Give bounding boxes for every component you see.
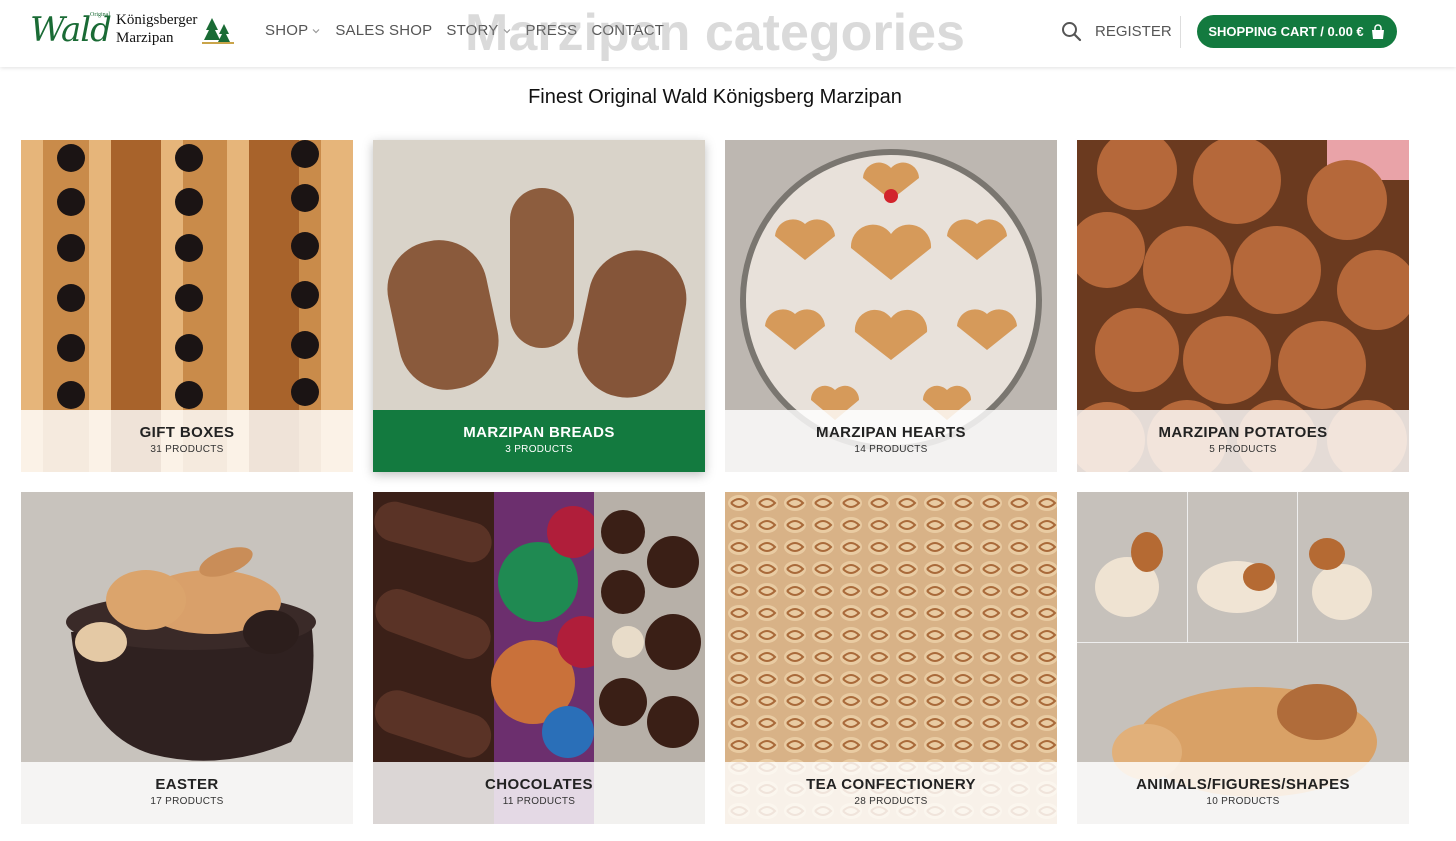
category-card-gift-boxes[interactable]: GIFT BOXES 31 PRODUCTS	[21, 140, 353, 472]
nav-story-label: STORY	[446, 22, 499, 39]
nav-story[interactable]: STORY	[446, 22, 511, 39]
main-nav: SHOP SALES SHOP STORY PRESS CONTACT	[265, 22, 678, 39]
category-count: 10 PRODUCTS	[1206, 796, 1280, 807]
category-count: 17 PRODUCTS	[150, 796, 224, 807]
nav-press-label: PRESS	[525, 22, 578, 39]
category-count: 14 PRODUCTS	[854, 444, 928, 455]
category-count: 5 PRODUCTS	[1209, 444, 1277, 455]
category-overlay: MARZIPAN HEARTS 14 PRODUCTS	[725, 410, 1057, 472]
category-card-marzipan-potatoes[interactable]: MARZIPAN POTATOES 5 PRODUCTS	[1077, 140, 1409, 472]
category-card-marzipan-breads[interactable]: MARZIPAN BREADS 3 PRODUCTS	[373, 140, 705, 472]
nav-sales-shop[interactable]: SALES SHOP	[335, 22, 432, 39]
category-name: MARZIPAN BREADS	[463, 424, 615, 441]
category-name: EASTER	[155, 776, 219, 793]
category-count: 31 PRODUCTS	[150, 444, 224, 455]
category-count: 28 PRODUCTS	[854, 796, 928, 807]
category-overlay: CHOCOLATES 11 PRODUCTS	[373, 762, 705, 824]
page-subtitle: Finest Original Wald Königsberg Marzipan	[528, 86, 902, 108]
category-name: MARZIPAN POTATOES	[1158, 424, 1328, 441]
nav-sales-shop-label: SALES SHOP	[335, 22, 433, 39]
category-count: 3 PRODUCTS	[505, 444, 573, 455]
category-overlay: MARZIPAN POTATOES 5 PRODUCTS	[1077, 410, 1409, 472]
category-overlay: TEA CONFECTIONERY 28 PRODUCTS	[725, 762, 1057, 824]
logo-line-2: Marzipan	[116, 30, 174, 46]
fir-trees-icon	[202, 18, 234, 44]
nav-press[interactable]: PRESS	[526, 22, 578, 39]
register-link[interactable]: REGISTER	[1095, 23, 1172, 40]
search-icon[interactable]	[1061, 21, 1082, 42]
category-name: MARZIPAN HEARTS	[816, 424, 966, 441]
category-card-animals-figures-shapes[interactable]: ANIMALS/FIGURES/SHAPES 10 PRODUCTS	[1077, 492, 1409, 824]
logo-line-1: Königsberger	[116, 12, 198, 28]
category-overlay: GIFT BOXES 31 PRODUCTS	[21, 410, 353, 472]
cart-label: SHOPPING CART / 0.00 €	[1208, 24, 1364, 39]
category-name: ANIMALS/FIGURES/SHAPES	[1136, 776, 1350, 793]
category-card-easter[interactable]: EASTER 17 PRODUCTS	[21, 492, 353, 824]
site-logo[interactable]: Wald Original Königsberger Marzipan	[30, 10, 240, 50]
nav-shop-label: SHOP	[265, 22, 309, 39]
category-name: TEA CONFECTIONERY	[806, 776, 976, 793]
shopping-bag-icon	[1371, 23, 1384, 39]
category-count: 11 PRODUCTS	[502, 796, 576, 807]
chevron-down-icon	[312, 28, 320, 33]
category-overlay: EASTER 17 PRODUCTS	[21, 762, 353, 824]
category-overlay: MARZIPAN BREADS 3 PRODUCTS	[373, 410, 705, 472]
category-card-tea-confectionery[interactable]: TEA CONFECTIONERY 28 PRODUCTS	[725, 492, 1057, 824]
logo-original-text: Original	[90, 12, 110, 18]
site-header: Wald Original Königsberger Marzipan SHOP…	[0, 0, 1456, 67]
nav-contact-label: CONTACT	[591, 22, 665, 39]
nav-contact[interactable]: CONTACT	[591, 22, 664, 39]
category-card-marzipan-hearts[interactable]: MARZIPAN HEARTS 14 PRODUCTS	[725, 140, 1057, 472]
nav-shop[interactable]: SHOP	[265, 22, 321, 39]
category-card-chocolates[interactable]: CHOCOLATES 11 PRODUCTS	[373, 492, 705, 824]
header-divider	[1180, 16, 1181, 48]
category-name: GIFT BOXES	[139, 424, 235, 441]
category-name: CHOCOLATES	[485, 776, 593, 793]
chevron-down-icon	[503, 28, 510, 33]
category-overlay: ANIMALS/FIGURES/SHAPES 10 PRODUCTS	[1077, 762, 1409, 824]
shopping-cart-button[interactable]: SHOPPING CART / 0.00 €	[1197, 15, 1397, 48]
